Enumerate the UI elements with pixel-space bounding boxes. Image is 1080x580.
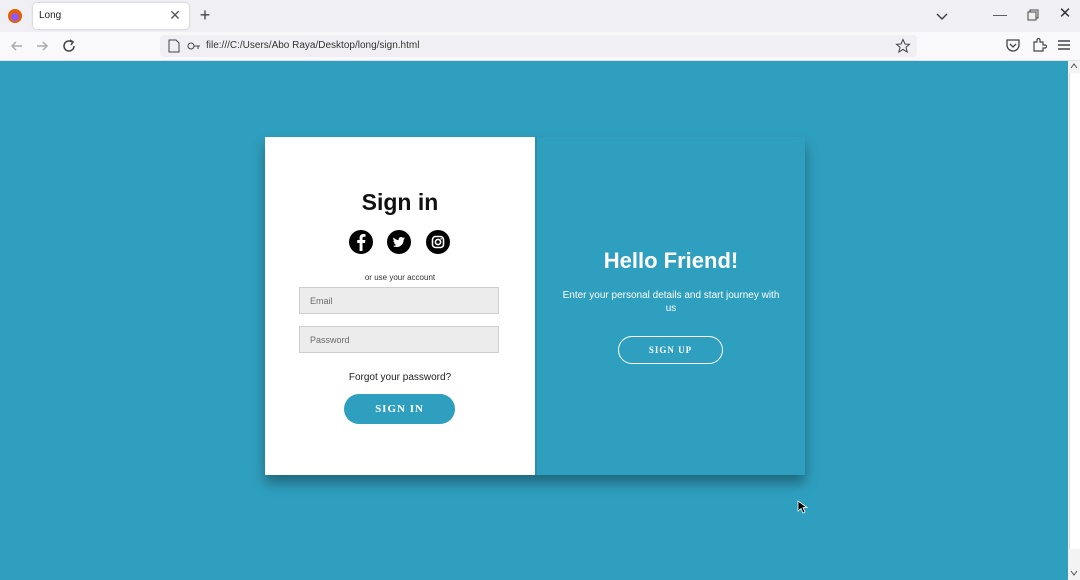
pocket-icon[interactable] bbox=[1005, 37, 1021, 53]
sign-in-panel: Sign in or use your account Forgot your … bbox=[265, 137, 535, 475]
reload-icon[interactable] bbox=[60, 37, 78, 55]
extensions-puzzle-icon[interactable] bbox=[1031, 37, 1047, 53]
tab-active[interactable]: Long ✕ bbox=[33, 3, 189, 29]
key-icon[interactable] bbox=[187, 40, 201, 52]
list-all-tabs-chevron-icon[interactable] bbox=[934, 8, 950, 24]
use-account-note: or use your account bbox=[364, 273, 436, 282]
tab-close-icon[interactable]: ✕ bbox=[167, 7, 183, 23]
url-bar[interactable]: file:///C:/Users/Abo Raya/Desktop/long/s… bbox=[160, 35, 917, 57]
nav-bar: file:///C:/Users/Abo Raya/Desktop/long/s… bbox=[0, 32, 1080, 61]
sign-in-button[interactable]: SIGN IN bbox=[344, 394, 455, 424]
password-input[interactable] bbox=[299, 326, 499, 353]
sign-in-title: Sign in bbox=[361, 189, 439, 215]
twitter-icon[interactable] bbox=[386, 229, 412, 255]
window-close-icon[interactable]: ✕ bbox=[1057, 6, 1073, 22]
minimize-icon[interactable]: — bbox=[992, 6, 1008, 22]
restore-icon[interactable] bbox=[1026, 8, 1040, 22]
bookmark-star-icon[interactable] bbox=[895, 38, 911, 54]
page-icon bbox=[168, 39, 180, 53]
new-tab-plus-icon[interactable]: + bbox=[196, 6, 214, 24]
mouse-cursor-icon bbox=[797, 500, 809, 514]
url-text[interactable]: file:///C:/Users/Abo Raya/Desktop/long/s… bbox=[206, 40, 419, 51]
scroll-up-arrow-icon[interactable] bbox=[1069, 61, 1079, 71]
forgot-password-link[interactable]: Forgot your password? bbox=[265, 372, 535, 383]
scrollbar-thumb[interactable] bbox=[1069, 73, 1080, 549]
hamburger-menu-icon[interactable] bbox=[1056, 37, 1072, 53]
sign-up-button[interactable]: SIGN UP bbox=[618, 336, 723, 364]
tab-title: Long bbox=[39, 10, 62, 21]
hello-title: Hello Friend! bbox=[603, 248, 739, 273]
hello-subtitle: Enter your personal details and start jo… bbox=[562, 290, 780, 314]
email-input[interactable] bbox=[299, 287, 499, 314]
back-arrow-icon[interactable] bbox=[8, 37, 26, 55]
sign-up-panel: Hello Friend! Enter your personal detail… bbox=[535, 137, 805, 475]
facebook-icon[interactable] bbox=[348, 229, 374, 255]
instagram-icon[interactable] bbox=[425, 229, 451, 255]
firefox-logo-icon bbox=[8, 9, 22, 23]
scroll-down-arrow-icon[interactable] bbox=[1069, 568, 1079, 578]
tab-bar: Long ✕ + — ✕ bbox=[0, 0, 1080, 32]
auth-card: Sign in or use your account Forgot your … bbox=[265, 137, 805, 475]
forward-arrow-icon[interactable] bbox=[33, 37, 51, 55]
